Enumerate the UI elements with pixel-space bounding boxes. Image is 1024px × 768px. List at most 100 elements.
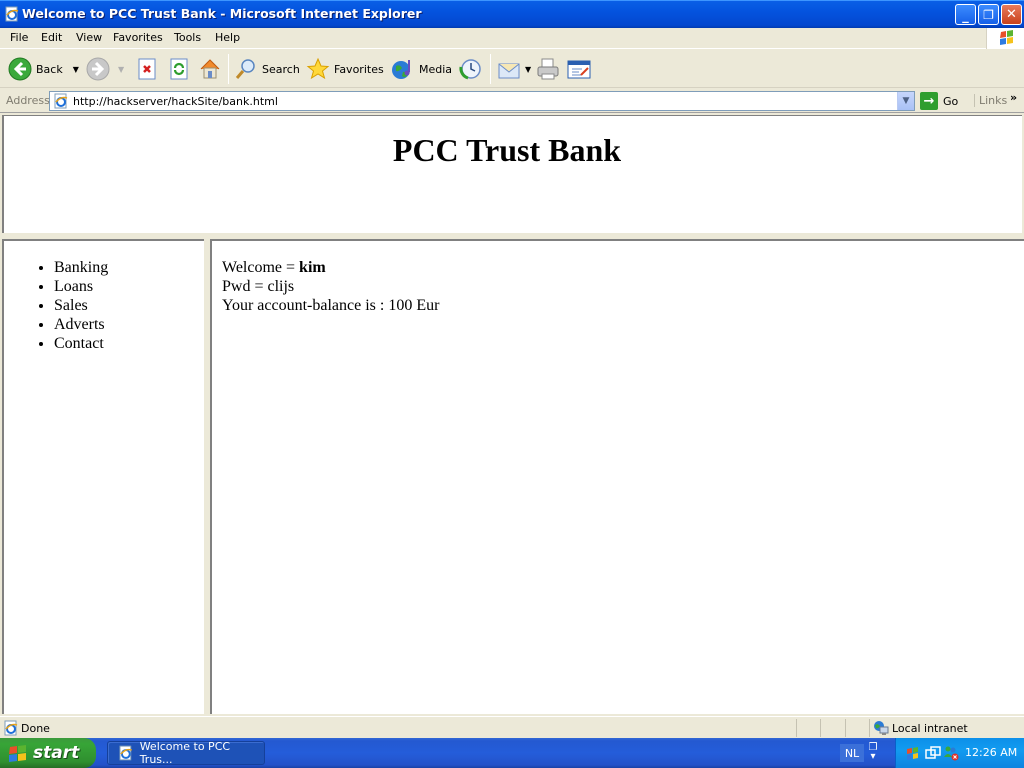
start-label: start [33,743,80,763]
search-button[interactable]: Search [234,55,300,83]
chevron-down-icon: ▼ [902,96,910,106]
account-info: Welcome = kim Pwd = clijs Your account-b… [222,258,439,315]
minimize-icon: _ [962,9,969,24]
status-divider [845,719,846,737]
go-button[interactable]: → Go [920,92,958,110]
toolbar-separator [490,54,491,84]
media-button[interactable]: Media [391,55,452,83]
menu-help[interactable]: Help [215,31,240,44]
address-label: Address [6,94,50,107]
page-title: PCC Trust Bank [392,132,622,168]
clock[interactable]: 12:26 AM [965,746,1017,759]
favorites-label: Favorites [334,62,384,76]
address-bar: Address http://hackserver/hackSite/bank.… [0,89,1024,113]
mail-dropdown-icon[interactable]: ▼ [525,65,531,74]
menu-edit[interactable]: Edit [41,31,62,44]
links-toolbar[interactable]: Links [974,94,1007,107]
home-button[interactable] [198,55,222,83]
print-button[interactable] [536,55,560,83]
status-text: Done [21,722,50,735]
forward-arrow-icon [86,57,110,81]
address-dropdown-button[interactable]: ▼ [897,92,914,110]
start-button[interactable]: start [0,738,96,768]
nav-frame: Banking Loans Sales Adverts Contact [2,239,204,714]
history-button[interactable] [458,55,482,83]
menu-tools[interactable]: Tools [174,31,201,44]
nav-item-adverts[interactable]: Adverts [54,315,108,334]
nav-list: Banking Loans Sales Adverts Contact [54,258,108,353]
windows-flag-icon [9,745,26,762]
go-label: Go [943,94,959,108]
standard-toolbar: Back ▼ ▼ Search Favorites Media ▼ [0,50,1024,88]
edit-page-icon [567,60,591,79]
favorites-button[interactable]: Favorites [306,55,384,83]
ie-page-icon [4,720,18,736]
close-icon: ✕ [1006,7,1017,22]
links-more-icon[interactable]: » [1010,91,1017,104]
forward-button[interactable]: ▼ [86,55,124,83]
status-bar: Done Local intranet [0,716,1024,738]
minimize-button[interactable]: _ [955,4,976,25]
media-label: Media [419,62,453,76]
back-dropdown-icon[interactable]: ▼ [73,65,79,74]
refresh-button[interactable] [167,55,191,83]
back-button[interactable]: Back ▼ [8,55,79,83]
system-tray: 12:26 AM [895,738,1024,768]
windows-flag-icon [1000,30,1013,45]
status-divider [796,719,797,737]
menu-favorites[interactable]: Favorites [113,31,163,44]
mail-envelope-icon [498,63,520,79]
window-title-bar[interactable]: Welcome to PCC Trust Bank - Microsoft In… [0,0,1024,28]
local-intranet-icon [874,721,889,735]
windows-logo [986,28,1024,49]
menu-file[interactable]: File [10,31,28,44]
menu-view[interactable]: View [76,31,102,44]
history-clock-icon [459,59,481,80]
welcome-label: Welcome = [222,259,300,276]
taskbar-item-label: Welcome to PCC Trus... [139,740,231,766]
stop-icon [138,58,156,80]
stop-button[interactable] [135,55,159,83]
nav-item-loans[interactable]: Loans [54,277,108,296]
messenger-offline-icon[interactable] [943,745,959,761]
ie-page-icon [119,745,132,761]
status-divider [820,719,821,737]
home-icon [200,59,220,79]
balance-line: Your account-balance is : 100 Eur [222,297,440,314]
content-frame: Welcome = kim Pwd = clijs Your account-b… [210,239,1024,714]
header-frame: PCC Trust Bank [2,115,1022,233]
favorites-star-icon [306,57,330,80]
back-label: Back [36,62,63,76]
toolbar-separator [228,54,229,84]
address-input[interactable]: http://hackserver/hackSite/bank.html ▼ [49,91,915,111]
zone-label: Local intranet [892,721,968,735]
status-divider [869,719,870,737]
search-icon [235,59,255,79]
search-label: Search [262,62,300,76]
nav-item-contact[interactable]: Contact [54,334,108,353]
edit-button[interactable] [567,55,591,83]
taskbar-item-ie[interactable]: Welcome to PCC Trus... [107,740,265,766]
media-globe-icon [392,60,410,79]
language-bar-restore-icon[interactable]: ❐ ▾ [866,743,880,762]
restore-icon: ❐ [983,7,994,22]
windows-update-icon[interactable] [905,745,921,761]
password-line: Pwd = clijs [222,278,295,295]
welcome-line: Welcome = kim [222,258,439,277]
mail-button[interactable]: ▼ [497,55,531,83]
nav-item-banking[interactable]: Banking [54,258,108,277]
back-arrow-icon [8,57,32,81]
menu-bar: File Edit View Favorites Tools Help [0,28,1024,49]
browser-viewport: PCC Trust Bank Banking Loans Sales Adver… [0,113,1024,716]
network-icon[interactable] [925,745,941,761]
window-title: Welcome to PCC Trust Bank - Microsoft In… [22,6,422,21]
refresh-icon [170,58,188,80]
printer-icon [537,58,559,80]
close-button[interactable]: ✕ [1001,4,1022,25]
forward-dropdown-icon[interactable]: ▼ [118,65,124,74]
nav-item-sales[interactable]: Sales [54,296,108,315]
language-indicator[interactable]: NL [840,744,864,762]
restore-button[interactable]: ❐ [978,4,999,25]
go-arrow-icon: → [920,92,938,110]
address-url: http://hackserver/hackSite/bank.html [73,94,278,108]
